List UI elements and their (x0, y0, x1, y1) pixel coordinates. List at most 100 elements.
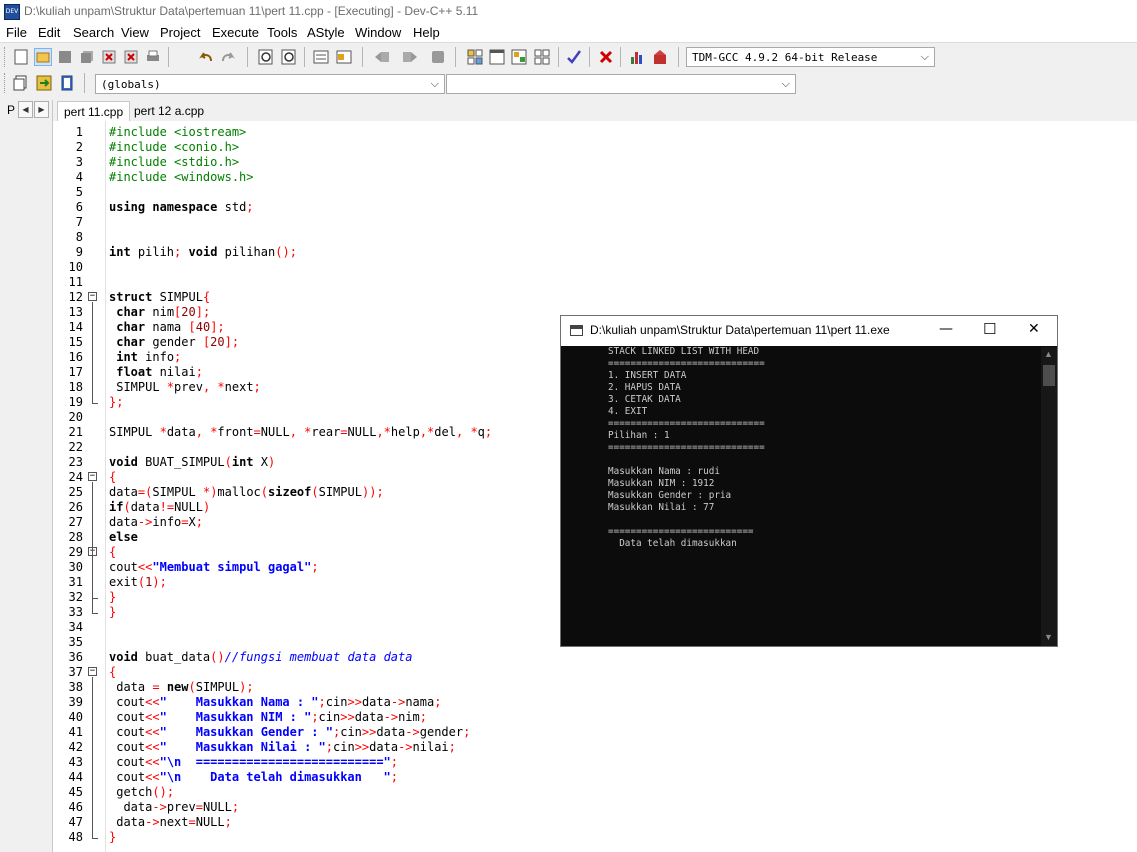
compiler-select[interactable]: TDM-GCC 4.9.2 64-bit Release ⌵ (686, 47, 935, 67)
scroll-down-icon[interactable]: ▼ (1044, 632, 1053, 642)
find-icon[interactable] (257, 48, 275, 66)
menu-astyle[interactable]: AStyle (307, 25, 345, 40)
scrollbar-thumb[interactable] (1043, 365, 1055, 386)
chart-icon[interactable] (628, 48, 646, 66)
code-line[interactable]: 42 cout<<" Masukkan Nilai : ";cin>>data-… (53, 740, 1137, 755)
menu-project[interactable]: Project (160, 25, 200, 40)
project-panel-tab[interactable]: P (7, 103, 15, 117)
new-file-icon[interactable] (12, 48, 30, 66)
panel-scroll-right-icon[interactable]: ▶ (34, 101, 49, 118)
grid-layout-icon[interactable] (466, 48, 484, 66)
close-file-icon[interactable] (100, 48, 118, 66)
bookmark-icon[interactable] (429, 48, 447, 66)
save-all-icon[interactable] (78, 48, 96, 66)
toolbar-separator (678, 47, 679, 67)
code-text: } (109, 605, 117, 619)
print-icon[interactable] (144, 48, 162, 66)
insert-snippet-icon[interactable] (12, 74, 30, 92)
code-line[interactable]: 40 cout<<" Masukkan NIM : ";cin>>data->n… (53, 710, 1137, 725)
console-scrollbar[interactable]: ▲ ▼ (1041, 347, 1057, 646)
menu-execute[interactable]: Execute (212, 25, 259, 40)
unindent-icon[interactable] (335, 48, 353, 66)
goto-forward-icon[interactable] (401, 48, 419, 66)
code-line[interactable]: 36 void buat_data()//fungsi membuat data … (53, 650, 1137, 665)
goto-back-icon[interactable] (373, 48, 391, 66)
window-icon[interactable] (488, 48, 506, 66)
menu-help[interactable]: Help (413, 25, 440, 40)
code-line[interactable]: 11 (53, 275, 1137, 290)
menu-search[interactable]: Search (73, 25, 114, 40)
save-icon[interactable] (56, 48, 74, 66)
fold-toggle-icon[interactable]: − (88, 667, 97, 676)
toolbar-separator (558, 47, 559, 67)
class-browser-icon[interactable] (533, 48, 551, 66)
line-number: 47 (68, 815, 83, 829)
code-line[interactable]: 5 (53, 185, 1137, 200)
maximize-icon[interactable]: ☐ (983, 320, 996, 338)
menu-view[interactable]: View (121, 25, 149, 40)
project-view-icon[interactable] (510, 48, 528, 66)
code-line[interactable]: 37− { (53, 665, 1137, 680)
fold-end-marker (92, 838, 98, 839)
line-number: 39 (68, 695, 83, 709)
menu-window[interactable]: Window (355, 25, 401, 40)
code-line[interactable]: 46 data->prev=NULL; (53, 800, 1137, 815)
fold-toggle-icon[interactable]: − (88, 292, 97, 301)
tab-pert-12a[interactable]: pert 12 a.cpp (128, 101, 210, 121)
line-number: 21 (68, 425, 83, 439)
minimize-icon[interactable]: — (939, 321, 953, 337)
toggle-panel-icon[interactable] (58, 74, 76, 92)
code-line[interactable]: 39 cout<<" Masukkan Nama : ";cin>>data->… (53, 695, 1137, 710)
stop-execution-icon[interactable] (597, 48, 615, 66)
code-line[interactable]: 44 cout<<"\n Data telah dimasukkan "; (53, 770, 1137, 785)
close-icon[interactable]: ✕ (1028, 321, 1040, 337)
line-number: 6 (75, 200, 83, 214)
scroll-up-icon[interactable]: ▲ (1044, 349, 1053, 359)
code-line[interactable]: 7 (53, 215, 1137, 230)
menu-file[interactable]: File (6, 25, 27, 40)
open-file-icon[interactable] (34, 48, 52, 66)
menu-tools[interactable]: Tools (267, 25, 297, 40)
undo-icon[interactable] (197, 48, 215, 66)
code-line[interactable]: 45 getch(); (53, 785, 1137, 800)
code-line[interactable]: 6 using namespace std; (53, 200, 1137, 215)
console-output-line: ============================ (608, 358, 765, 369)
tab-pert-11[interactable]: pert 11.cpp (57, 101, 131, 121)
code-line[interactable]: 4 #include <windows.h> (53, 170, 1137, 185)
scope-select[interactable]: (globals) ⌵ (95, 74, 445, 94)
redo-icon[interactable] (219, 48, 237, 66)
code-line[interactable]: 48} (53, 830, 1137, 845)
code-line[interactable]: 12− struct SIMPUL{ (53, 290, 1137, 305)
add-to-project-icon[interactable] (35, 74, 53, 92)
code-line[interactable]: 2 #include <conio.h> (53, 140, 1137, 155)
fold-toggle-icon[interactable]: − (88, 472, 97, 481)
code-line[interactable]: 38 data = new(SIMPUL); (53, 680, 1137, 695)
compiler-select-value: TDM-GCC 4.9.2 64-bit Release (692, 51, 878, 64)
panel-scroll-left-icon[interactable]: ◀ (18, 101, 33, 118)
menu-edit[interactable]: Edit (38, 25, 60, 40)
profile-icon[interactable] (651, 48, 669, 66)
code-line[interactable]: 9 int pilih; void pilihan(); (53, 245, 1137, 260)
code-line[interactable]: 3 #include <stdio.h> (53, 155, 1137, 170)
code-line[interactable]: 47 data->next=NULL; (53, 815, 1137, 830)
indent-icon[interactable] (312, 48, 330, 66)
code-line[interactable]: 43 cout<<"\n =========================="… (53, 755, 1137, 770)
code-text: void buat_data()//fungsi membuat data da… (109, 650, 413, 664)
code-line[interactable]: 8 (53, 230, 1137, 245)
code-text: data=(SIMPUL *)malloc(sizeof(SIMPUL)); (109, 485, 384, 499)
code-text: { (109, 470, 117, 484)
console-output-line: ============================ (608, 442, 765, 453)
code-line[interactable]: 10 (53, 260, 1137, 275)
console-window[interactable]: D:\kuliah unpam\Struktur Data\pertemuan … (560, 315, 1058, 647)
line-number: 4 (75, 170, 83, 184)
line-number: 19 (68, 395, 83, 409)
line-number: 13 (68, 305, 83, 319)
code-text: void BUAT_SIMPUL(int X) (109, 455, 276, 469)
code-line[interactable]: 41 cout<<" Masukkan Gender : ";cin>>data… (53, 725, 1137, 740)
close-all-icon[interactable] (122, 48, 140, 66)
check-syntax-icon[interactable] (565, 48, 583, 66)
line-number: 7 (75, 215, 83, 229)
replace-icon[interactable] (280, 48, 298, 66)
code-line[interactable]: 1 #include <iostream> (53, 125, 1137, 140)
symbol-select[interactable]: ⌵ (446, 74, 796, 94)
